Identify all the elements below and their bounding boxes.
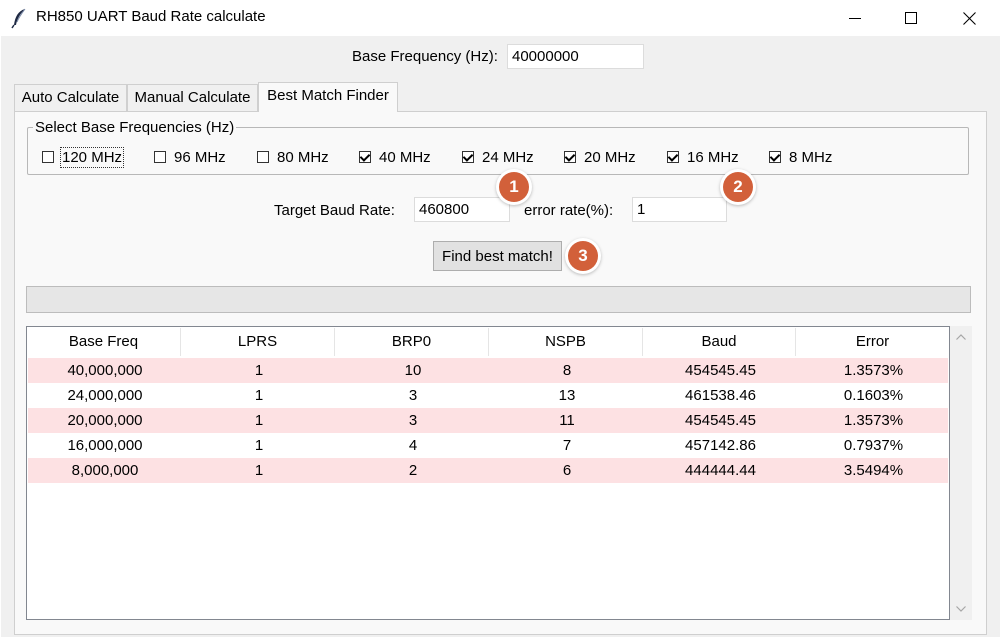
checkbox-80mhz[interactable]: 80 MHz <box>257 148 329 166</box>
cell-lprs: 1 <box>254 362 264 379</box>
results-table[interactable]: Base Freq LPRS BRP0 NSPB Baud Error 40,0… <box>26 326 950 620</box>
cell-brp0: 3 <box>408 387 418 404</box>
tab-auto-calculate[interactable]: Auto Calculate <box>14 84 127 111</box>
cell-base-freq: 40,000,000 <box>67 362 143 379</box>
close-icon <box>962 11 976 25</box>
column-header-lprs[interactable]: LPRS <box>181 328 335 356</box>
cell-baud: 454545.45 <box>685 362 756 379</box>
checkbox-box <box>257 151 269 163</box>
checkbox-label: 20 MHz <box>584 148 636 166</box>
cell-base-freq: 8,000,000 <box>71 462 139 479</box>
checkbox-box <box>769 151 781 163</box>
checkbox-label: 40 MHz <box>379 148 431 166</box>
results-scrollbar[interactable] <box>950 326 972 620</box>
checkbox-box <box>564 151 576 163</box>
checkbox-8mhz[interactable]: 8 MHz <box>769 148 832 166</box>
cell-error: 1.3573% <box>843 412 904 429</box>
frequency-select-legend: Select Base Frequencies (Hz) <box>33 119 237 136</box>
cell-error: 0.1603% <box>843 387 904 404</box>
cell-nspb: 7 <box>562 437 572 454</box>
checkbox-label: 120 MHz <box>59 146 125 168</box>
window-title: RH850 UART Baud Rate calculate <box>36 8 266 25</box>
table-row[interactable]: 24,000,000 1 3 13 461538.46 0.1603% <box>28 383 948 408</box>
column-header-brp0[interactable]: BRP0 <box>335 328 489 356</box>
feather-icon <box>10 7 30 29</box>
scroll-down-icon[interactable] <box>956 606 966 612</box>
checkbox-label: 8 MHz <box>789 148 833 166</box>
checkbox-20mhz[interactable]: 20 MHz <box>564 148 636 166</box>
column-header-nspb[interactable]: NSPB <box>489 328 643 356</box>
annotation-badge-2: 2 <box>723 172 753 202</box>
maximize-button[interactable] <box>882 0 940 36</box>
cell-nspb: 8 <box>562 362 572 379</box>
cell-error: 1.3573% <box>843 362 904 379</box>
cell-brp0: 2 <box>408 462 418 479</box>
cell-error: 0.7937% <box>843 437 904 454</box>
cell-baud: 457142.86 <box>685 437 756 454</box>
checkbox-box <box>359 151 371 163</box>
progress-bar <box>26 286 971 313</box>
target-baud-input[interactable] <box>414 197 510 222</box>
column-header-error[interactable]: Error <box>796 328 949 356</box>
table-row[interactable]: 16,000,000 1 4 7 457142.86 0.7937% <box>28 433 948 458</box>
cell-lprs: 1 <box>254 462 264 479</box>
cell-brp0: 4 <box>408 437 418 454</box>
cell-lprs: 1 <box>254 387 264 404</box>
cell-error: 3.5494% <box>843 462 904 479</box>
table-row[interactable]: 20,000,000 1 3 11 454545.45 1.3573% <box>28 408 948 433</box>
checkbox-label: 96 MHz <box>174 148 226 166</box>
cell-base-freq: 16,000,000 <box>67 437 143 454</box>
cell-brp0: 10 <box>404 362 422 379</box>
checkbox-16mhz[interactable]: 16 MHz <box>667 148 739 166</box>
checkbox-label: 24 MHz <box>482 148 534 166</box>
cell-baud: 461538.46 <box>685 387 756 404</box>
cell-brp0: 3 <box>408 412 418 429</box>
minimize-button[interactable] <box>826 0 884 36</box>
checkbox-box <box>154 151 166 163</box>
table-row[interactable]: 40,000,000 1 10 8 454545.45 1.3573% <box>28 358 948 383</box>
cell-base-freq: 20,000,000 <box>67 412 143 429</box>
maximize-icon <box>905 12 917 24</box>
column-header-base-freq[interactable]: Base Freq <box>27 328 181 356</box>
tab-best-match-finder[interactable]: Best Match Finder <box>258 82 398 112</box>
cell-nspb: 11 <box>559 412 575 429</box>
checkbox-label: 16 MHz <box>687 148 739 166</box>
error-rate-input[interactable] <box>632 197 727 222</box>
checkbox-120mhz[interactable]: 120 MHz <box>42 146 125 168</box>
cell-base-freq: 24,000,000 <box>67 387 143 404</box>
cell-lprs: 1 <box>254 412 264 429</box>
base-frequency-label: Base Frequency (Hz): <box>352 48 498 65</box>
cell-baud: 444444.44 <box>685 462 756 479</box>
checkbox-box <box>462 151 474 163</box>
cell-nspb: 6 <box>562 462 572 479</box>
minimize-icon <box>849 18 861 19</box>
cell-baud: 454545.45 <box>685 412 756 429</box>
checkbox-box <box>42 151 54 163</box>
close-button[interactable] <box>940 0 998 36</box>
cell-nspb: 13 <box>558 387 576 404</box>
checkbox-box <box>667 151 679 163</box>
checkbox-24mhz[interactable]: 24 MHz <box>462 148 534 166</box>
find-best-match-button[interactable]: Find best match! <box>433 241 562 271</box>
scroll-up-icon[interactable] <box>956 334 966 340</box>
target-baud-label: Target Baud Rate: <box>274 202 395 219</box>
table-row[interactable]: 8,000,000 1 2 6 444444.44 3.5494% <box>28 458 948 483</box>
annotation-badge-3: 3 <box>568 241 598 271</box>
base-frequency-input[interactable] <box>507 44 644 69</box>
checkbox-label: 80 MHz <box>277 148 329 166</box>
column-header-baud[interactable]: Baud <box>643 328 796 356</box>
checkbox-40mhz[interactable]: 40 MHz <box>359 148 431 166</box>
error-rate-label: error rate(%): <box>524 202 614 219</box>
checkbox-96mhz[interactable]: 96 MHz <box>154 148 226 166</box>
tab-manual-calculate[interactable]: Manual Calculate <box>127 84 258 111</box>
cell-lprs: 1 <box>254 437 264 454</box>
annotation-badge-1: 1 <box>499 172 529 202</box>
